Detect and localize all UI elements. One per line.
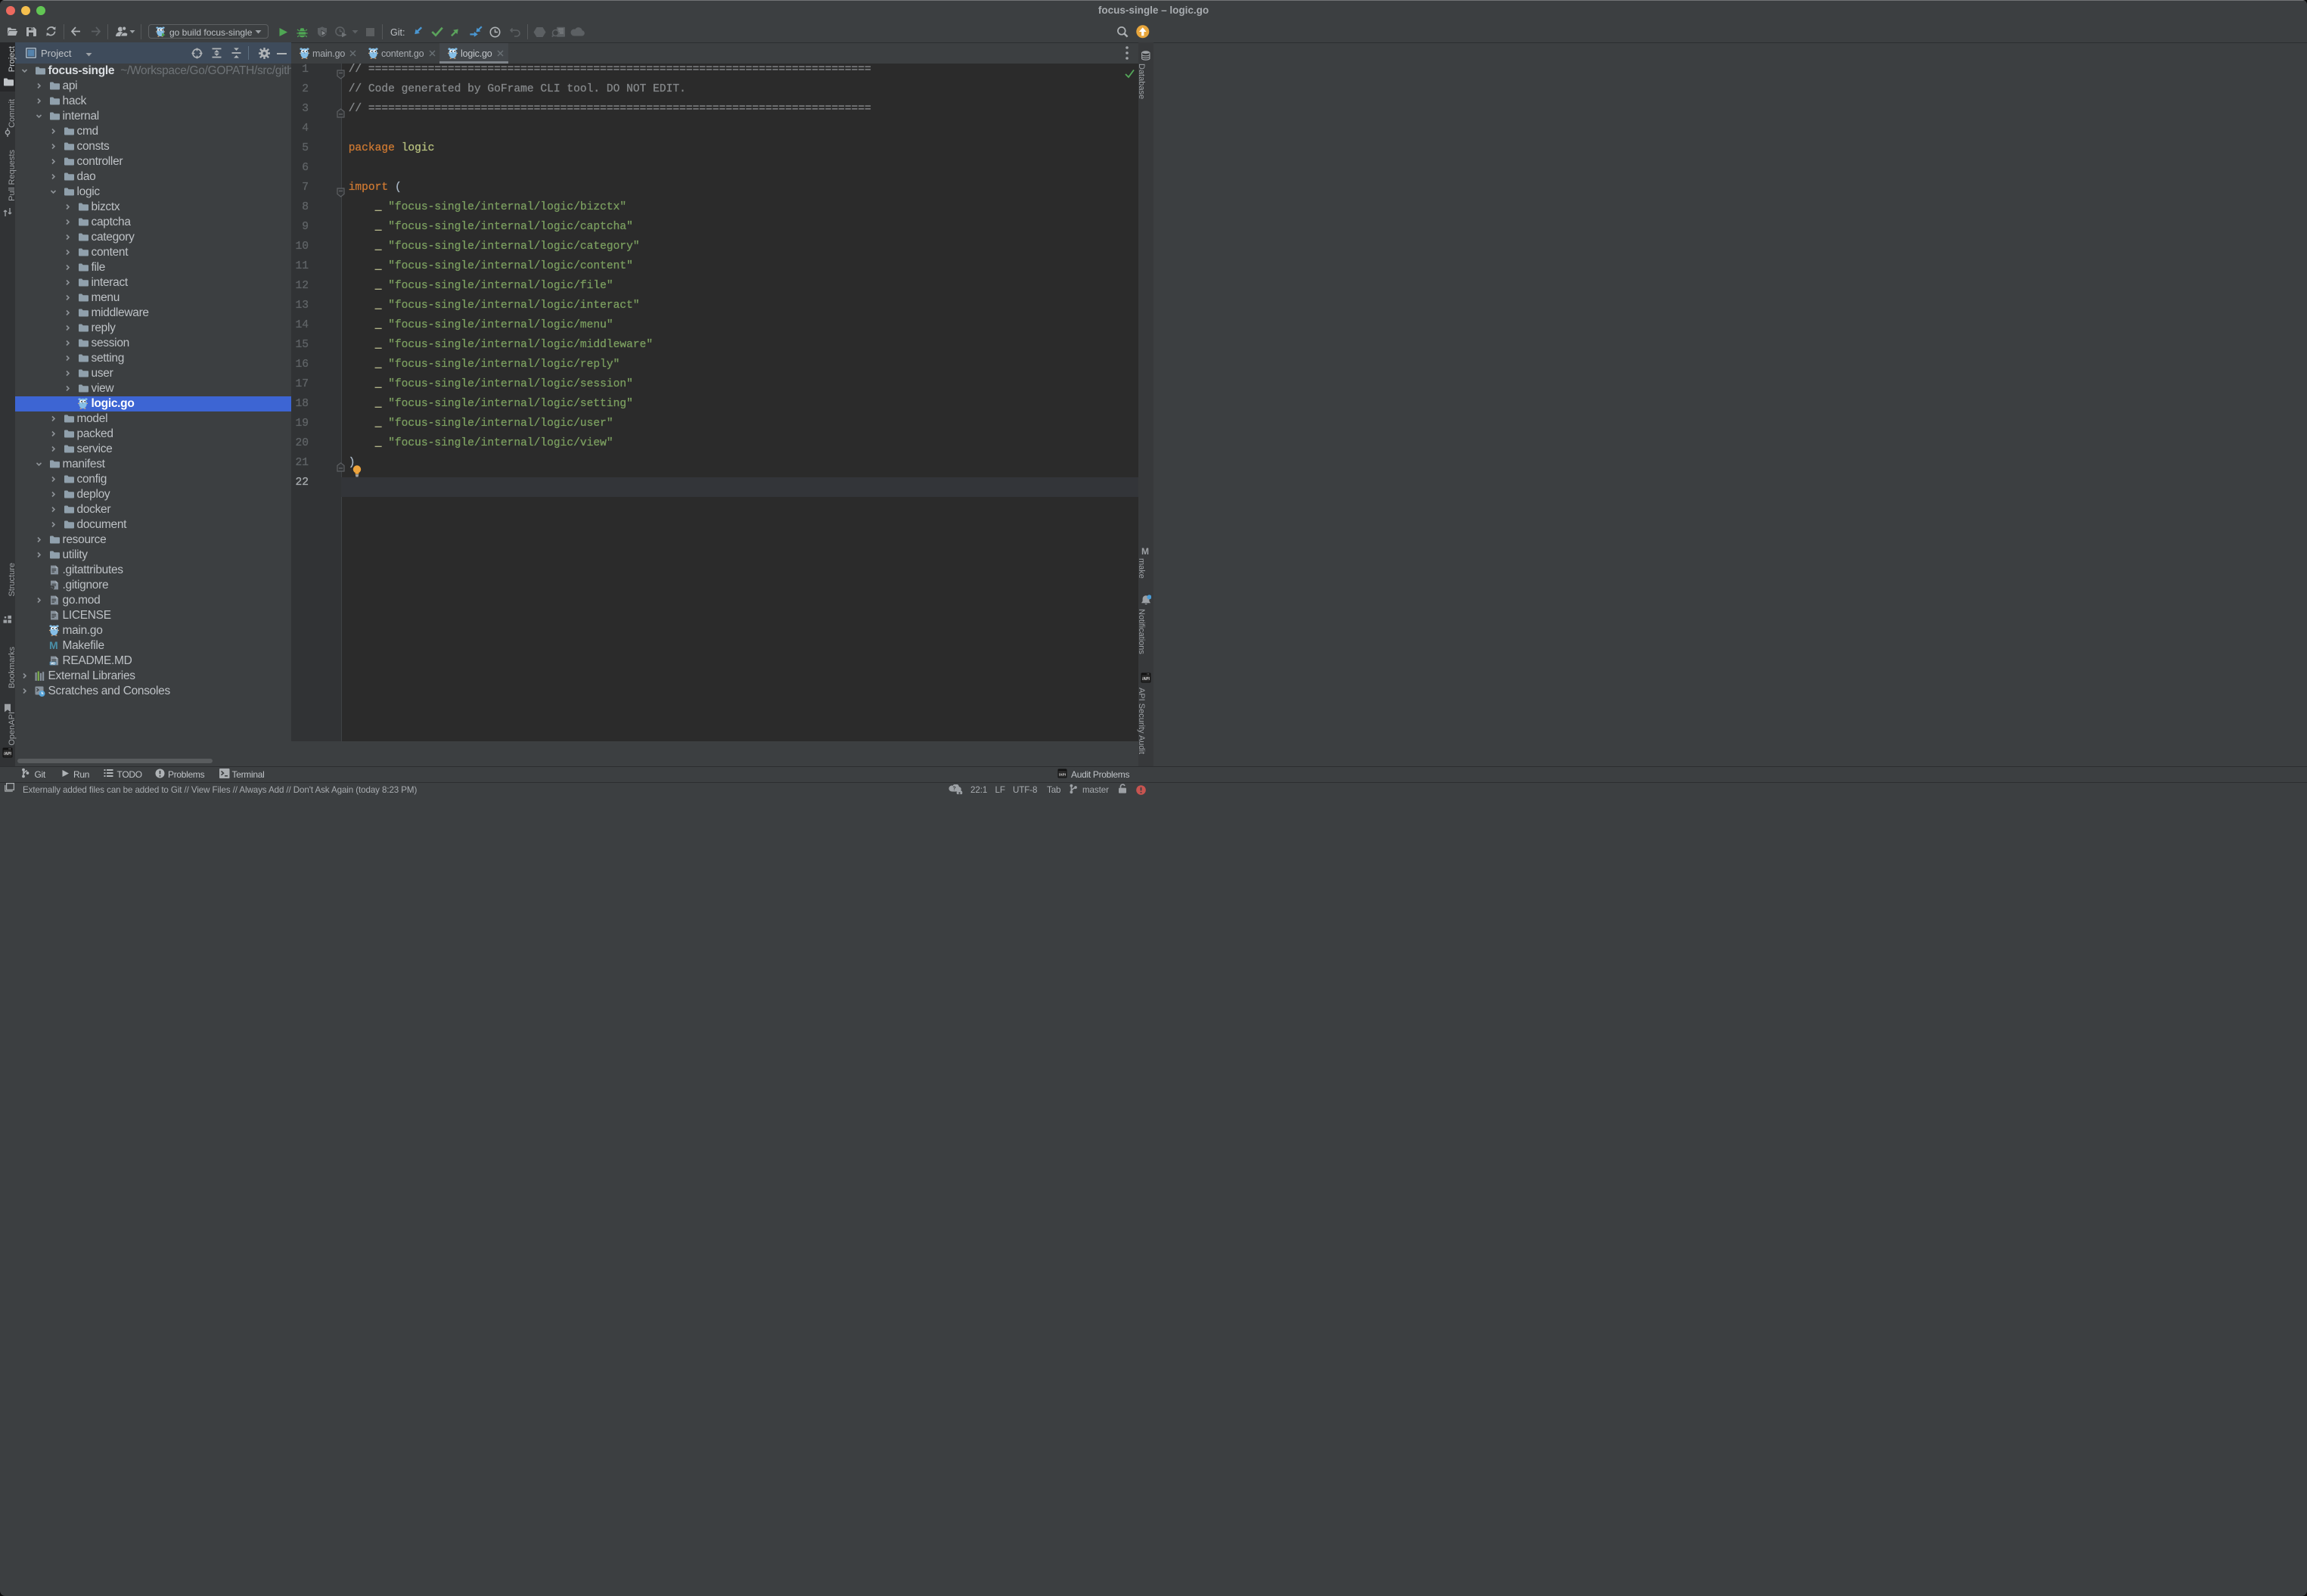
svg-text:/API: /API: [1142, 677, 1150, 682]
svg-text:?: ?: [952, 786, 955, 791]
svg-text:MD: MD: [51, 662, 55, 666]
svg-text:/API: /API: [4, 752, 11, 756]
svg-text:/API: /API: [1059, 772, 1066, 776]
